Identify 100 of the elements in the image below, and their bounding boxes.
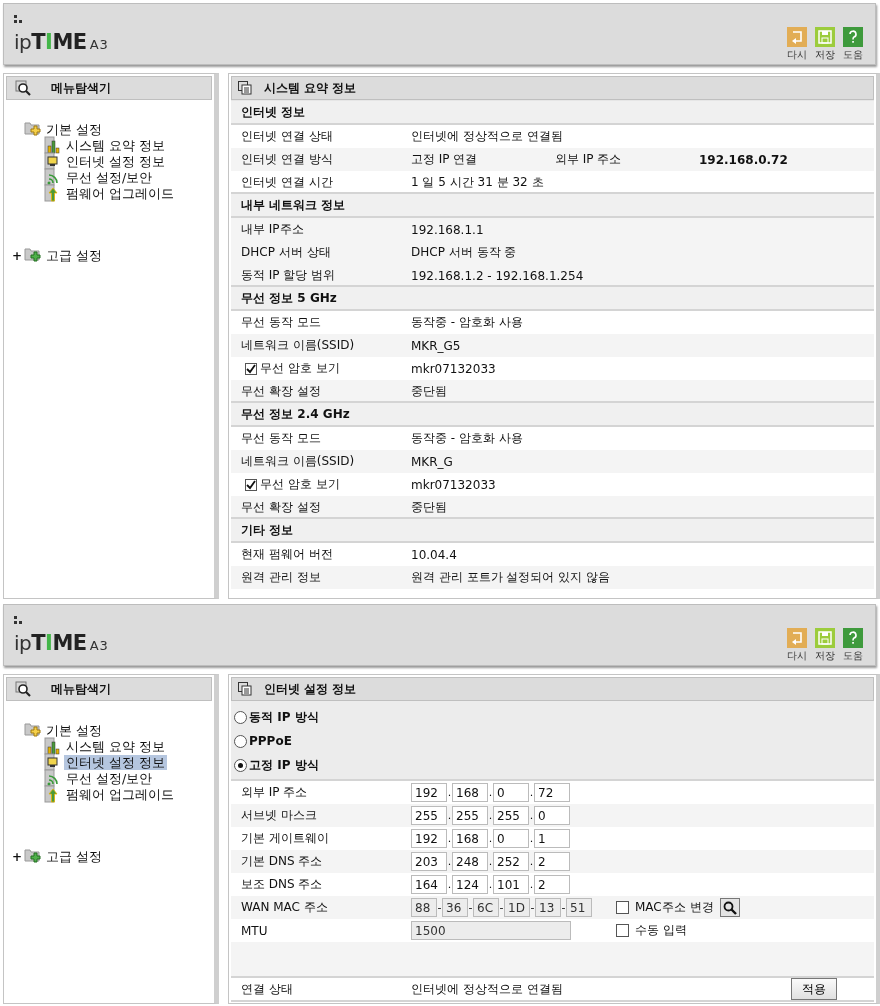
section-title: 기타 정보 bbox=[231, 517, 874, 543]
bar-chart-icon bbox=[44, 136, 60, 154]
tree-node[interactable]: + 고급 설정 bbox=[10, 246, 212, 263]
tree-node[interactable]: 기본 설정 bbox=[10, 721, 212, 738]
apply-button[interactable]: 적용 bbox=[791, 978, 837, 1000]
field-value: 10.04.4 bbox=[411, 547, 458, 562]
checkbox-label: MAC주소 변경 bbox=[635, 899, 714, 916]
tree-item[interactable]: 펌웨어 업그레이드 bbox=[64, 185, 176, 201]
input-field[interactable]: 101 bbox=[493, 875, 529, 894]
field-value: mkr07132033 bbox=[411, 477, 497, 492]
tree-item[interactable]: 펌웨어 업그레이드 bbox=[64, 786, 176, 802]
radio-label: 동적 IP 방식 bbox=[249, 708, 319, 726]
checkbox-label: 수동 입력 bbox=[635, 922, 687, 939]
logo: ipTIME A3 bbox=[14, 32, 109, 53]
field-label: 기본 DNS 주소 bbox=[241, 853, 324, 870]
separator: . bbox=[447, 832, 452, 845]
tree-node[interactable]: 기본 설정 bbox=[10, 120, 212, 137]
separator: . bbox=[488, 809, 493, 822]
field-value: 고정 IP 연결 bbox=[411, 151, 479, 168]
input-field[interactable]: 255 bbox=[493, 806, 529, 825]
undo-icon bbox=[787, 628, 807, 648]
input-field[interactable]: 0 bbox=[534, 806, 570, 825]
field-value: 동작중 - 암호화 사용 bbox=[411, 430, 524, 447]
input-field[interactable]: 203 bbox=[411, 852, 447, 871]
tree-item[interactable]: 시스템 요약 정보 bbox=[64, 137, 167, 153]
input-field[interactable]: 252 bbox=[493, 852, 529, 871]
separator: . bbox=[529, 786, 534, 799]
field-value: 인터넷에 정상적으로 연결됨 bbox=[411, 128, 563, 145]
upload-arrow-icon bbox=[44, 184, 60, 202]
bar-chart-icon bbox=[44, 737, 60, 755]
tree-item[interactable]: 인터넷 설정 정보 bbox=[64, 153, 167, 169]
field-label: 동적 IP 할당 범위 bbox=[241, 267, 336, 284]
separator: - bbox=[437, 901, 442, 914]
input-field[interactable]: 124 bbox=[452, 875, 488, 894]
input-field[interactable]: 168 bbox=[452, 829, 488, 848]
separator: . bbox=[488, 786, 493, 799]
input-field[interactable]: 2 bbox=[534, 875, 570, 894]
panel-title: 메뉴탐색기 bbox=[51, 79, 111, 97]
folder-plus-icon bbox=[24, 245, 44, 263]
save-button[interactable]: 저장 bbox=[815, 27, 835, 62]
checkbox[interactable] bbox=[245, 362, 257, 375]
input-field[interactable]: 192 bbox=[411, 829, 447, 848]
field-label: 네트워크 이름(SSID) bbox=[241, 453, 355, 470]
input-field[interactable]: 2 bbox=[534, 852, 570, 871]
field-value: 원격 관리 포트가 설정되어 있지 않음 bbox=[411, 569, 611, 586]
save-icon bbox=[815, 628, 835, 648]
separator: - bbox=[499, 901, 504, 914]
undo-button[interactable]: 다시 bbox=[787, 27, 807, 62]
field-label: DHCP 서버 상태 bbox=[241, 244, 331, 261]
section-title: 무선 정보 5 GHz bbox=[231, 285, 874, 311]
field-value: MKR_G5 bbox=[411, 338, 462, 353]
input-field[interactable]: 255 bbox=[452, 806, 488, 825]
panel-title: 메뉴탐색기 bbox=[51, 680, 111, 698]
radio-button[interactable] bbox=[234, 710, 247, 724]
search-icon bbox=[15, 681, 31, 697]
field-value: mkr07132033 bbox=[411, 361, 497, 376]
radio-button[interactable] bbox=[234, 758, 247, 772]
field-label: 인터넷 연결 방식 bbox=[241, 151, 333, 168]
window-icon bbox=[238, 81, 252, 95]
checkbox-label: 무선 암호 보기 bbox=[260, 476, 340, 493]
checkmark-icon bbox=[246, 363, 256, 374]
input-field[interactable]: 1 bbox=[534, 829, 570, 848]
separator: . bbox=[447, 855, 452, 868]
input-field[interactable]: 0 bbox=[493, 829, 529, 848]
section-title: 내부 네트워크 정보 bbox=[231, 192, 874, 218]
tree-item[interactable]: 시스템 요약 정보 bbox=[64, 738, 167, 754]
help-button[interactable]: 도움 bbox=[843, 27, 863, 62]
help-button[interactable]: 도움 bbox=[843, 628, 863, 663]
input-field[interactable]: 248 bbox=[452, 852, 488, 871]
folder-plus-icon bbox=[24, 119, 44, 137]
separator: . bbox=[529, 855, 534, 868]
radio-label: PPPoE bbox=[249, 734, 292, 748]
tree-node[interactable]: + 고급 설정 bbox=[10, 847, 212, 864]
checkbox[interactable] bbox=[245, 478, 257, 491]
tree-item[interactable]: 인터넷 설정 정보 bbox=[64, 754, 167, 770]
tree-item[interactable]: 무선 설정/보안 bbox=[64, 169, 155, 185]
separator: - bbox=[468, 901, 473, 914]
field-label: 무선 확장 설정 bbox=[241, 383, 321, 400]
monitor-icon bbox=[44, 753, 60, 771]
tree-label: 고급 설정 bbox=[45, 248, 103, 263]
undo-icon bbox=[787, 27, 807, 47]
field-value: 192.168.1.1 bbox=[411, 222, 485, 237]
input-field[interactable]: 0 bbox=[493, 783, 529, 802]
window-icon bbox=[238, 682, 252, 696]
field-value: DHCP 서버 동작 중 bbox=[411, 244, 518, 261]
undo-button[interactable]: 다시 bbox=[787, 628, 807, 663]
tree-item[interactable]: 무선 설정/보안 bbox=[64, 770, 155, 786]
field-label: 외부 IP 주소 bbox=[555, 151, 623, 168]
dots-icon bbox=[14, 616, 24, 624]
field-label: 무선 확장 설정 bbox=[241, 499, 321, 516]
radio-button[interactable] bbox=[234, 734, 247, 748]
separator: . bbox=[529, 878, 534, 891]
input-field[interactable]: 72 bbox=[534, 783, 570, 802]
input-field[interactable]: 168 bbox=[452, 783, 488, 802]
input-field[interactable]: 164 bbox=[411, 875, 447, 894]
input-field[interactable]: 192 bbox=[411, 783, 447, 802]
field-label: 인터넷 연결 상태 bbox=[241, 128, 333, 145]
field-label: 현재 펌웨어 버전 bbox=[241, 546, 333, 563]
input-field[interactable]: 255 bbox=[411, 806, 447, 825]
save-button[interactable]: 저장 bbox=[815, 628, 835, 663]
